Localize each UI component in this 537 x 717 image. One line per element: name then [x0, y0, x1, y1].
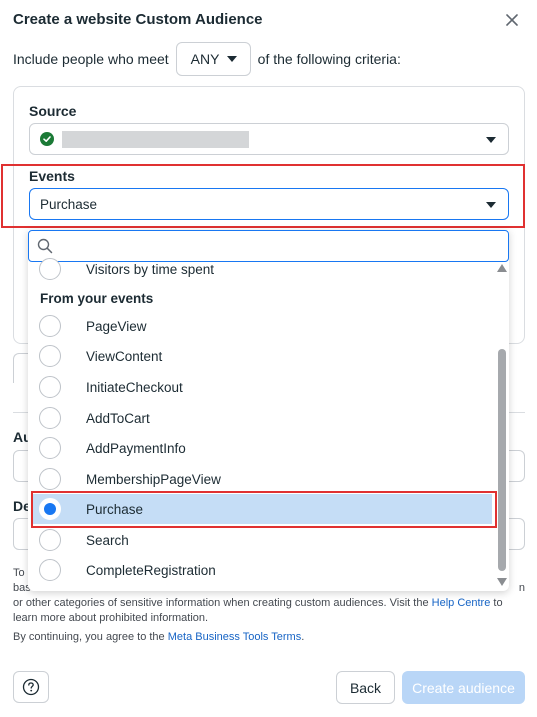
- option-label: CompleteRegistration: [86, 562, 216, 578]
- scroll-thumb[interactable]: [498, 349, 506, 571]
- scroll-down-arrow-icon[interactable]: [497, 578, 507, 586]
- search-icon: [37, 238, 53, 254]
- terms-text: By continuing, you agree to the Meta Bus…: [13, 631, 304, 643]
- events-label: Events: [29, 168, 75, 184]
- help-centre-link[interactable]: Help Centre: [432, 597, 491, 609]
- source-label: Source: [29, 103, 77, 119]
- notice-line-3-end: to: [493, 597, 503, 609]
- radio-button[interactable]: [39, 407, 61, 429]
- dropdown-scrollbar[interactable]: [497, 264, 507, 586]
- scroll-up-arrow-icon[interactable]: [497, 264, 507, 272]
- close-button[interactable]: [501, 9, 523, 31]
- chevron-down-icon: [226, 56, 237, 62]
- option-label: AddPaymentInfo: [86, 440, 186, 456]
- source-select[interactable]: [29, 123, 509, 155]
- radio-button[interactable]: [39, 315, 61, 337]
- terms-link[interactable]: Meta Business Tools Terms: [168, 631, 301, 643]
- events-group-heading: From your events: [40, 291, 154, 306]
- radio-button[interactable]: [39, 258, 61, 280]
- criteria-prefix: Include people who meet: [13, 51, 169, 67]
- option-label: MembershipPageView: [86, 471, 221, 487]
- chevron-down-icon: [486, 202, 496, 208]
- source-value-redacted: [62, 130, 249, 148]
- criteria-row: Include people who meet ANY of the follo…: [13, 42, 401, 76]
- radio-button[interactable]: [39, 345, 61, 367]
- events-select[interactable]: Purchase: [29, 188, 509, 220]
- event-search-input[interactable]: [61, 236, 481, 256]
- radio-button[interactable]: [39, 559, 61, 581]
- option-label: AddToCart: [86, 410, 150, 426]
- dropdown-option[interactable]: ViewContent: [32, 341, 492, 371]
- option-label: Search: [86, 532, 129, 548]
- help-button[interactable]: [13, 671, 49, 703]
- events-selected-value: Purchase: [40, 196, 98, 212]
- dropdown-option[interactable]: PageView: [32, 311, 492, 341]
- notice-line-2-end: n: [518, 582, 525, 594]
- option-label: PageView: [86, 318, 147, 334]
- chevron-down-icon: [486, 137, 496, 143]
- radio-button[interactable]: [39, 468, 61, 490]
- radio-button[interactable]: [39, 376, 61, 398]
- dialog-title: Create a website Custom Audience: [13, 11, 263, 28]
- match-type-select[interactable]: ANY: [175, 42, 251, 76]
- radio-button[interactable]: [39, 529, 61, 551]
- events-dropdown: Visitors by time spent From your events …: [28, 230, 509, 591]
- dropdown-option[interactable]: CompleteRegistration: [32, 555, 492, 585]
- terms-prefix: By continuing, you agree to the: [13, 631, 165, 643]
- dropdown-option[interactable]: InitiateCheckout: [32, 372, 492, 402]
- purchase-highlight: [31, 491, 497, 528]
- terms-suffix: .: [301, 631, 305, 643]
- dropdown-option[interactable]: AddPaymentInfo: [32, 433, 492, 463]
- option-label: ViewContent: [86, 348, 163, 364]
- help-circle-icon[interactable]: [22, 678, 40, 696]
- dropdown-option[interactable]: Search: [32, 525, 492, 555]
- dropdown-option[interactable]: AddToCart: [32, 403, 492, 433]
- notice-line-3: or other categories of sensitive informa…: [13, 597, 429, 609]
- match-type-value: ANY: [190, 51, 220, 67]
- option-label: InitiateCheckout: [86, 379, 183, 395]
- dropdown-option-visitors-by-time[interactable]: Visitors by time spent: [32, 254, 492, 284]
- create-audience-button[interactable]: Create audience: [402, 671, 525, 704]
- criteria-suffix: of the following criteria:: [257, 51, 401, 67]
- notice-line-4: learn more about prohibited information.: [13, 612, 209, 624]
- option-label: Visitors by time spent: [86, 261, 215, 277]
- radio-button[interactable]: [39, 437, 61, 459]
- back-button[interactable]: Back: [336, 671, 395, 704]
- close-icon[interactable]: [501, 9, 523, 31]
- check-circle-icon: [40, 132, 54, 146]
- dropdown-option[interactable]: MembershipPageView: [32, 464, 492, 494]
